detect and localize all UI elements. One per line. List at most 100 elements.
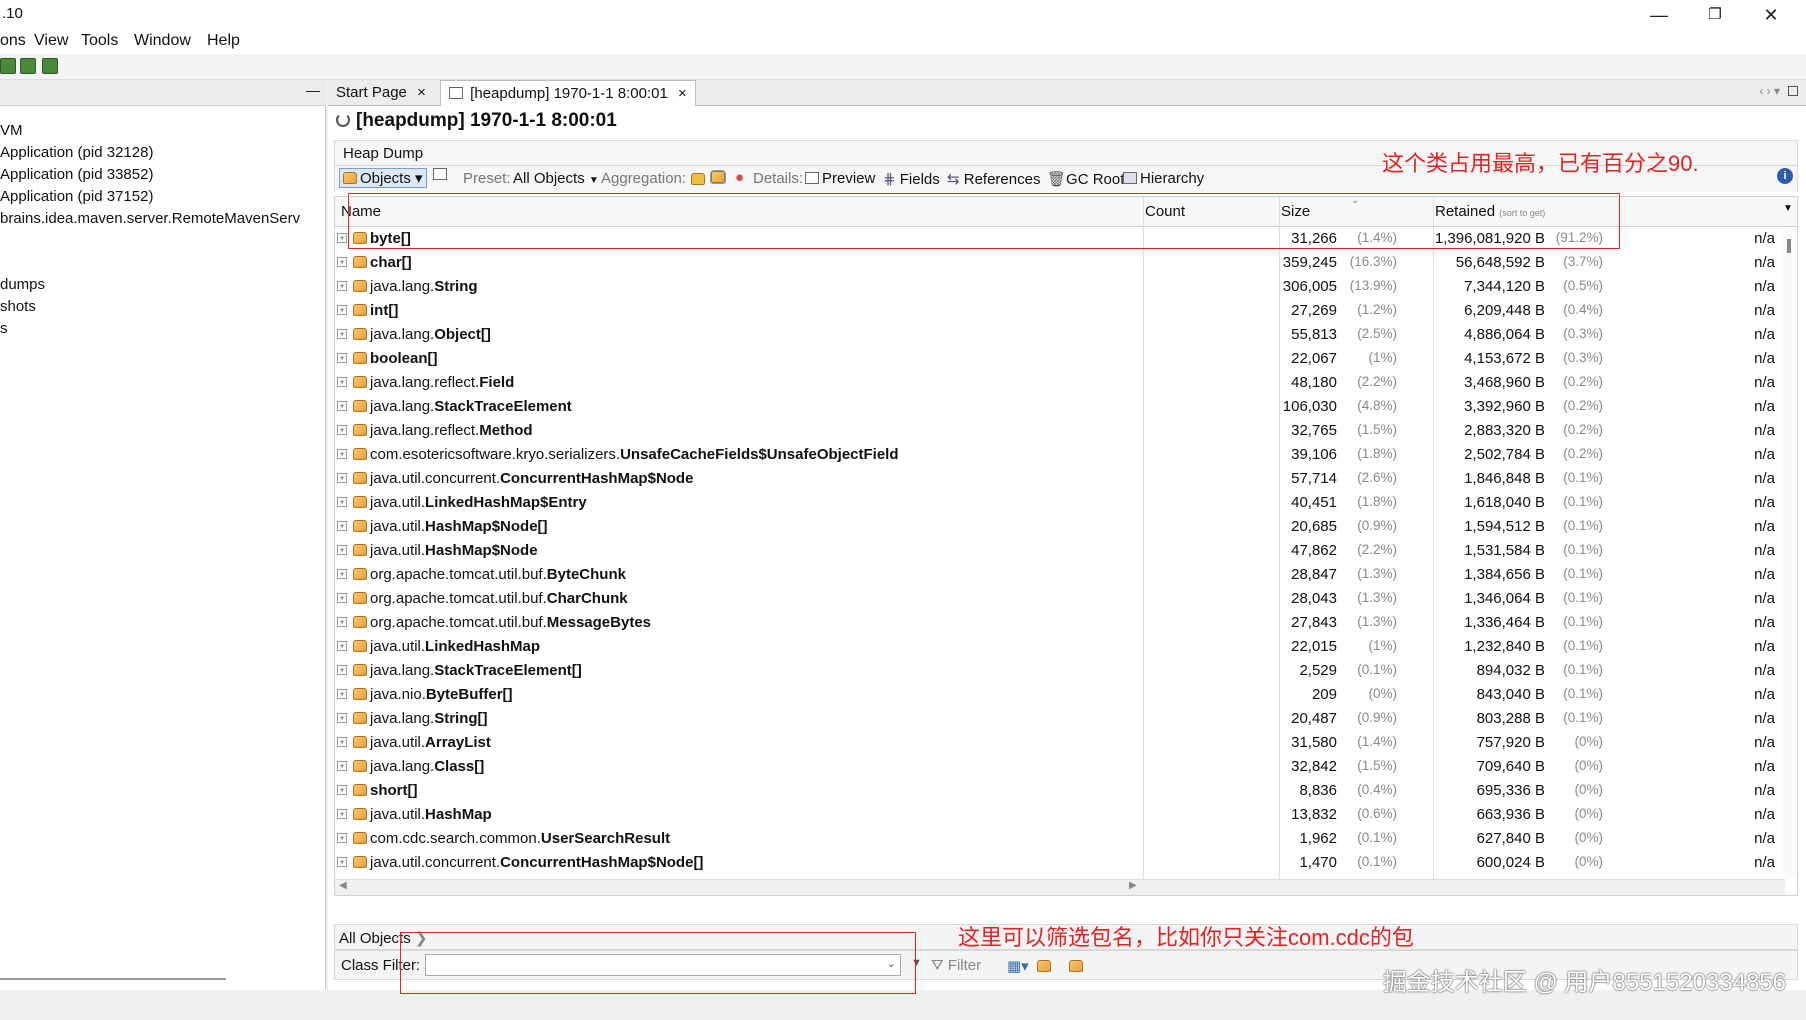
table-row[interactable]: + java.lang.StackTraceElement 106,030 (4.8%… [335,395,1797,419]
menu-item-tools[interactable]: Tools [81,32,118,50]
expand-icon[interactable]: + [337,305,347,315]
expand-icon[interactable]: + [337,617,347,627]
tree-item[interactable]: Application (pid 37152) [0,188,153,205]
expand-icon[interactable]: + [337,233,347,243]
table-row[interactable]: + char[] 359,245 (16.3%) 56,648,592 B (3.7%) n… [335,251,1797,275]
tree-item[interactable]: brains.idea.maven.server.RemoteMavenServ [0,210,300,227]
objects-view-button[interactable]: Objects ▾ [339,168,427,188]
table-row[interactable]: + java.util.LinkedHashMap 22,015 (1%) 1,232,… [335,635,1797,659]
horizontal-scrollbar[interactable]: ◀ ▶ [335,879,1785,895]
expand-icon[interactable]: + [337,425,347,435]
gc-root-button[interactable]: 🗑GC Root [1047,170,1124,188]
menu-item-view[interactable]: View [34,32,68,50]
table-row[interactable]: + java.lang.String[] 20,487 (0.9%) 803,288 B… [335,707,1797,731]
expand-icon[interactable]: + [337,473,347,483]
expand-icon[interactable]: + [337,713,347,723]
close-icon[interactable]: × [678,85,687,102]
table-row[interactable]: + int[] 27,269 (1.2%) 6,209,448 B (0.4%) n/a [335,299,1797,323]
table-row[interactable]: + com.cdc.search.common.UserSearchResult 1… [335,827,1797,851]
expand-icon[interactable]: + [337,329,347,339]
add-snapshot-icon[interactable] [42,58,58,74]
table-row[interactable]: + java.nio.ByteBuffer[] 209 (0%) 843,040 B (0… [335,683,1797,707]
tree-item[interactable]: shots [0,298,36,315]
expand-icon[interactable]: + [337,665,347,675]
expand-icon[interactable]: + [337,857,347,867]
preview-button[interactable]: Preview [805,170,875,187]
expand-icon[interactable]: + [337,809,347,819]
record-icon[interactable]: ● [735,169,744,186]
fields-button[interactable]: ⋕ Fields [883,170,940,188]
expand-icon[interactable]: + [337,593,347,603]
table-row[interactable]: + java.util.HashMap 13,832 (0.6%) 663,936 B (… [335,803,1797,827]
preset-dropdown[interactable]: All Objects ▼ [513,170,599,187]
vertical-scrollbar[interactable] [1783,227,1797,877]
table-row[interactable]: + java.util.concurrent.ConcurrentHashMap$… [335,851,1797,875]
table-row[interactable]: + org.apache.tomcat.util.buf.CharChunk 28,… [335,587,1797,611]
table-row[interactable]: + java.lang.Class[] 32,842 (1.5%) 709,640 B (… [335,755,1797,779]
left-scrollbar[interactable] [0,978,226,980]
expand-icon[interactable]: + [337,257,347,267]
table-row[interactable]: + org.apache.tomcat.util.buf.ByteChunk 28,… [335,563,1797,587]
close-icon[interactable]: × [417,84,426,101]
tab-start-page[interactable]: Start Page × [328,80,434,106]
instances-icon[interactable] [1069,960,1083,972]
close-window-button[interactable]: ✕ [1748,2,1794,28]
table-row[interactable]: + short[] 8,836 (0.4%) 695,336 B (0%) n/a [335,779,1797,803]
column-chooser-icon[interactable]: ▼ [1783,203,1793,214]
expand-icon[interactable]: + [337,353,347,363]
expand-icon[interactable]: + [337,689,347,699]
heap-dump-icon[interactable] [0,58,16,74]
maximize-icon[interactable] [1788,86,1798,96]
expand-icon[interactable]: + [337,641,347,651]
table-row[interactable]: + java.lang.Object[] 55,813 (2.5%) 4,886,064… [335,323,1797,347]
class-aggregation-icon[interactable] [710,170,726,184]
table-row[interactable]: + java.util.HashMap$Node 47,862 (2.2%) 1,531… [335,539,1797,563]
filter-type-icon[interactable]: ▦▾ [1007,957,1029,975]
expand-icon[interactable]: + [337,281,347,291]
expand-icon[interactable]: + [337,449,347,459]
menu-item-window[interactable]: Window [134,32,191,50]
tab-heapdump[interactable]: [heapdump] 1970-1-1 8:00:01 × [440,80,696,106]
table-row[interactable]: + java.lang.reflect.Method 32,765 (1.5%) 2,8… [335,419,1797,443]
expand-icon[interactable]: + [337,545,347,555]
table-row[interactable]: + java.lang.reflect.Field 48,180 (2.2%) 3,46… [335,371,1797,395]
tab-heap-dump[interactable]: Heap Dump [343,145,423,162]
expand-icon[interactable]: + [337,521,347,531]
filter-button[interactable]: ⛛ Filter [931,957,981,974]
snapshot-icon[interactable] [433,168,447,180]
expand-icon[interactable]: + [337,401,347,411]
table-row[interactable]: + java.util.concurrent.ConcurrentHashMap$… [335,467,1797,491]
table-row[interactable]: + org.apache.tomcat.util.buf.MessageBytes… [335,611,1797,635]
restore-button[interactable]: ❐ [1692,2,1738,28]
tree-item[interactable]: Application (pid 32128) [0,144,153,161]
expand-icon[interactable]: + [337,737,347,747]
table-row[interactable]: + java.util.HashMap$Node[] 20,685 (0.9%) 1,5… [335,515,1797,539]
info-icon[interactable]: i [1777,168,1793,184]
package-aggregation-icon[interactable] [691,173,705,185]
expand-icon[interactable]: + [337,569,347,579]
tab-scroll-icon[interactable]: ‹ › ▾ [1759,84,1780,98]
menu-item-help[interactable]: Help [207,32,240,50]
hierarchy-button[interactable]: Hierarchy [1123,170,1204,187]
table-row[interactable]: + boolean[] 22,067 (1%) 4,153,672 B (0.3%) n/a [335,347,1797,371]
expand-icon[interactable]: + [337,761,347,771]
table-row[interactable]: + java.util.ArrayList 31,580 (1.4%) 757,920 … [335,731,1797,755]
table-row[interactable]: + com.esotericsoftware.kryo.serializers.U… [335,443,1797,467]
tree-item[interactable]: s [0,320,8,337]
expand-icon[interactable]: + [337,377,347,387]
menu-item-options[interactable]: ons [0,32,26,50]
tree-item[interactable]: VM [0,122,23,139]
expand-icon[interactable]: + [337,833,347,843]
table-row[interactable]: + java.util.LinkedHashMap$Entry 40,451 (1.8… [335,491,1797,515]
expand-icon[interactable]: + [337,497,347,507]
minimize-button[interactable]: — [1636,2,1682,28]
table-row[interactable]: + java.lang.StackTraceElement[] 2,529 (0.1%… [335,659,1797,683]
references-button[interactable]: ⇆ References [947,170,1040,188]
table-row[interactable]: + java.lang.String 306,005 (13.9%) 7,344,120… [335,275,1797,299]
tree-item[interactable]: Application (pid 33852) [0,166,153,183]
add-jmx-icon[interactable] [20,58,36,74]
minimize-pane-button[interactable]: — [306,82,320,98]
expand-icon[interactable]: + [337,785,347,795]
tree-item[interactable]: dumps [0,276,45,293]
class-icon[interactable] [1037,960,1051,972]
